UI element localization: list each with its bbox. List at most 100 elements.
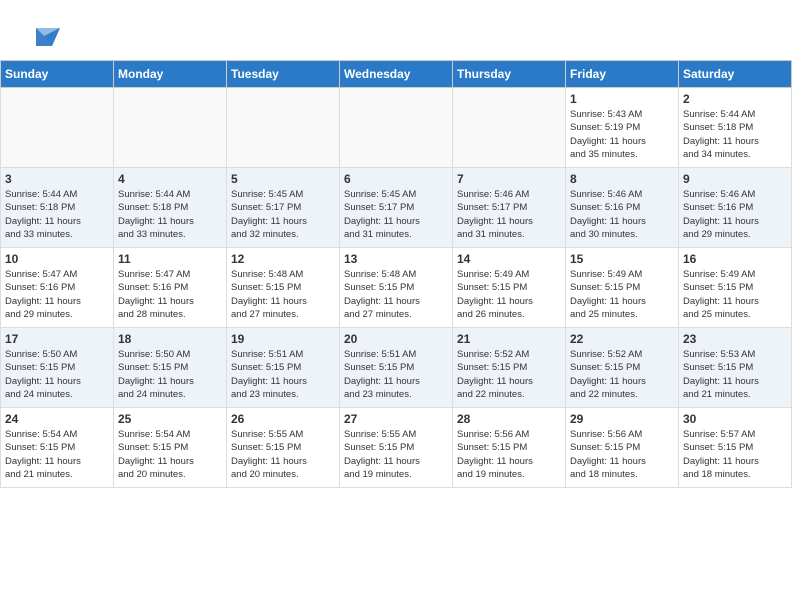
day-number: 27 (344, 412, 448, 426)
day-info: Sunrise: 5:46 AM Sunset: 5:16 PM Dayligh… (683, 188, 787, 241)
calendar-cell: 13 Sunrise: 5:48 AM Sunset: 5:15 PM Dayli… (340, 248, 453, 328)
calendar-cell: 16 Sunrise: 5:49 AM Sunset: 5:15 PM Dayli… (679, 248, 792, 328)
day-info: Sunrise: 5:44 AM Sunset: 5:18 PM Dayligh… (118, 188, 222, 241)
day-number: 12 (231, 252, 335, 266)
calendar-cell: 3Sunrise: 5:44 AM Sunset: 5:18 PM Daylig… (1, 168, 114, 248)
calendar-cell: 9 Sunrise: 5:46 AM Sunset: 5:16 PM Daylig… (679, 168, 792, 248)
day-number: 14 (457, 252, 561, 266)
calendar-cell: 14 Sunrise: 5:49 AM Sunset: 5:15 PM Dayli… (453, 248, 566, 328)
day-info: Sunrise: 5:52 AM Sunset: 5:15 PM Dayligh… (457, 348, 561, 401)
day-number: 30 (683, 412, 787, 426)
day-info: Sunrise: 5:50 AM Sunset: 5:15 PM Dayligh… (118, 348, 222, 401)
day-number: 10 (5, 252, 109, 266)
day-number: 20 (344, 332, 448, 346)
calendar-header-monday: Monday (114, 61, 227, 88)
calendar-header-sunday: Sunday (1, 61, 114, 88)
calendar-cell (114, 88, 227, 168)
calendar-header-friday: Friday (566, 61, 679, 88)
day-number: 25 (118, 412, 222, 426)
day-number: 22 (570, 332, 674, 346)
day-number: 26 (231, 412, 335, 426)
calendar-cell: 18 Sunrise: 5:50 AM Sunset: 5:15 PM Dayli… (114, 328, 227, 408)
day-number: 8 (570, 172, 674, 186)
calendar-header-thursday: Thursday (453, 61, 566, 88)
day-info: Sunrise: 5:49 AM Sunset: 5:15 PM Dayligh… (570, 268, 674, 321)
calendar-cell: 23 Sunrise: 5:53 AM Sunset: 5:15 PM Dayli… (679, 328, 792, 408)
day-number: 23 (683, 332, 787, 346)
calendar-cell: 27 Sunrise: 5:55 AM Sunset: 5:15 PM Dayli… (340, 408, 453, 488)
day-info: Sunrise: 5:51 AM Sunset: 5:15 PM Dayligh… (231, 348, 335, 401)
calendar-cell: 28 Sunrise: 5:56 AM Sunset: 5:15 PM Dayli… (453, 408, 566, 488)
day-info: Sunrise: 5:49 AM Sunset: 5:15 PM Dayligh… (457, 268, 561, 321)
day-number: 28 (457, 412, 561, 426)
calendar-cell: 24 Sunrise: 5:54 AM Sunset: 5:15 PM Dayli… (1, 408, 114, 488)
day-info: Sunrise: 5:43 AM Sunset: 5:19 PM Dayligh… (570, 108, 674, 161)
calendar-week-row: 3 Sunrise: 5:44 AM Sunset: 5:18 PM Daylig… (1, 168, 792, 248)
day-number: 3 (5, 172, 109, 186)
day-info: Sunrise: 5:53 AM Sunset: 5:15 PM Dayligh… (683, 348, 787, 401)
calendar-cell (340, 88, 453, 168)
day-number: 16 (683, 252, 787, 266)
day-number: 4 (118, 172, 222, 186)
calendar-cell: 7 Sunrise: 5:46 AM Sunset: 5:17 PM Daylig… (453, 168, 566, 248)
day-info: Sunrise: 5:48 AM Sunset: 5:15 PM Dayligh… (344, 268, 448, 321)
calendar-cell: 5 Sunrise: 5:45 AM Sunset: 5:17 PM Daylig… (227, 168, 340, 248)
calendar-cell: 15 Sunrise: 5:49 AM Sunset: 5:15 PM Dayli… (566, 248, 679, 328)
day-number: 2 (683, 92, 787, 106)
calendar-cell: 17Sunrise: 5:50 AM Sunset: 5:15 PM Dayli… (1, 328, 114, 408)
calendar-cell: 1Sunrise: 5:43 AM Sunset: 5:19 PM Daylig… (566, 88, 679, 168)
day-number: 9 (683, 172, 787, 186)
day-info: Sunrise: 5:47 AM Sunset: 5:16 PM Dayligh… (118, 268, 222, 321)
calendar-cell: 11Sunrise: 5:47 AM Sunset: 5:16 PM Dayli… (114, 248, 227, 328)
calendar-cell: 2 Sunrise: 5:44 AM Sunset: 5:18 PM Daylig… (679, 88, 792, 168)
day-info: Sunrise: 5:54 AM Sunset: 5:15 PM Dayligh… (118, 428, 222, 481)
day-number: 29 (570, 412, 674, 426)
day-number: 13 (344, 252, 448, 266)
calendar-header-wednesday: Wednesday (340, 61, 453, 88)
day-number: 18 (118, 332, 222, 346)
calendar-cell (1, 88, 114, 168)
day-number: 24 (5, 412, 109, 426)
day-number: 21 (457, 332, 561, 346)
calendar-cell: 30 Sunrise: 5:57 AM Sunset: 5:15 PM Dayli… (679, 408, 792, 488)
calendar-week-row: 24 Sunrise: 5:54 AM Sunset: 5:15 PM Dayli… (1, 408, 792, 488)
day-info: Sunrise: 5:48 AM Sunset: 5:15 PM Dayligh… (231, 268, 335, 321)
day-number: 15 (570, 252, 674, 266)
calendar-cell: 12 Sunrise: 5:48 AM Sunset: 5:15 PM Dayli… (227, 248, 340, 328)
calendar-cell: 26 Sunrise: 5:55 AM Sunset: 5:15 PM Dayli… (227, 408, 340, 488)
day-info: Sunrise: 5:49 AM Sunset: 5:15 PM Dayligh… (683, 268, 787, 321)
day-info: Sunrise: 5:47 AM Sunset: 5:16 PM Dayligh… (5, 268, 109, 321)
day-info: Sunrise: 5:44 AM Sunset: 5:18 PM Dayligh… (683, 108, 787, 161)
day-info: Sunrise: 5:50 AM Sunset: 5:15 PM Dayligh… (5, 348, 109, 401)
day-info: Sunrise: 5:45 AM Sunset: 5:17 PM Dayligh… (344, 188, 448, 241)
calendar-table: SundayMondayTuesdayWednesdayThursdayFrid… (0, 60, 792, 488)
calendar-cell: 19Sunrise: 5:51 AM Sunset: 5:15 PM Dayli… (227, 328, 340, 408)
calendar-week-row: 17Sunrise: 5:50 AM Sunset: 5:15 PM Dayli… (1, 328, 792, 408)
calendar-cell: 8Sunrise: 5:46 AM Sunset: 5:16 PM Daylig… (566, 168, 679, 248)
day-info: Sunrise: 5:56 AM Sunset: 5:15 PM Dayligh… (457, 428, 561, 481)
calendar-cell: 25 Sunrise: 5:54 AM Sunset: 5:15 PM Dayli… (114, 408, 227, 488)
day-info: Sunrise: 5:57 AM Sunset: 5:15 PM Dayligh… (683, 428, 787, 481)
day-info: Sunrise: 5:45 AM Sunset: 5:17 PM Dayligh… (231, 188, 335, 241)
calendar-cell: 10 Sunrise: 5:47 AM Sunset: 5:16 PM Dayli… (1, 248, 114, 328)
day-info: Sunrise: 5:55 AM Sunset: 5:15 PM Dayligh… (344, 428, 448, 481)
calendar-cell: 21 Sunrise: 5:52 AM Sunset: 5:15 PM Dayli… (453, 328, 566, 408)
calendar-cell (227, 88, 340, 168)
calendar-header-tuesday: Tuesday (227, 61, 340, 88)
calendar-week-row: 1Sunrise: 5:43 AM Sunset: 5:19 PM Daylig… (1, 88, 792, 168)
calendar-cell: 22 Sunrise: 5:52 AM Sunset: 5:15 PM Dayli… (566, 328, 679, 408)
day-number: 5 (231, 172, 335, 186)
day-info: Sunrise: 5:54 AM Sunset: 5:15 PM Dayligh… (5, 428, 109, 481)
calendar-cell: 4 Sunrise: 5:44 AM Sunset: 5:18 PM Daylig… (114, 168, 227, 248)
day-number: 7 (457, 172, 561, 186)
day-info: Sunrise: 5:55 AM Sunset: 5:15 PM Dayligh… (231, 428, 335, 481)
day-number: 6 (344, 172, 448, 186)
calendar-header-saturday: Saturday (679, 61, 792, 88)
day-info: Sunrise: 5:52 AM Sunset: 5:15 PM Dayligh… (570, 348, 674, 401)
logo (24, 18, 60, 50)
day-info: Sunrise: 5:51 AM Sunset: 5:15 PM Dayligh… (344, 348, 448, 401)
page-header (0, 0, 792, 60)
day-info: Sunrise: 5:56 AM Sunset: 5:15 PM Dayligh… (570, 428, 674, 481)
logo-icon (28, 18, 60, 50)
day-info: Sunrise: 5:46 AM Sunset: 5:17 PM Dayligh… (457, 188, 561, 241)
